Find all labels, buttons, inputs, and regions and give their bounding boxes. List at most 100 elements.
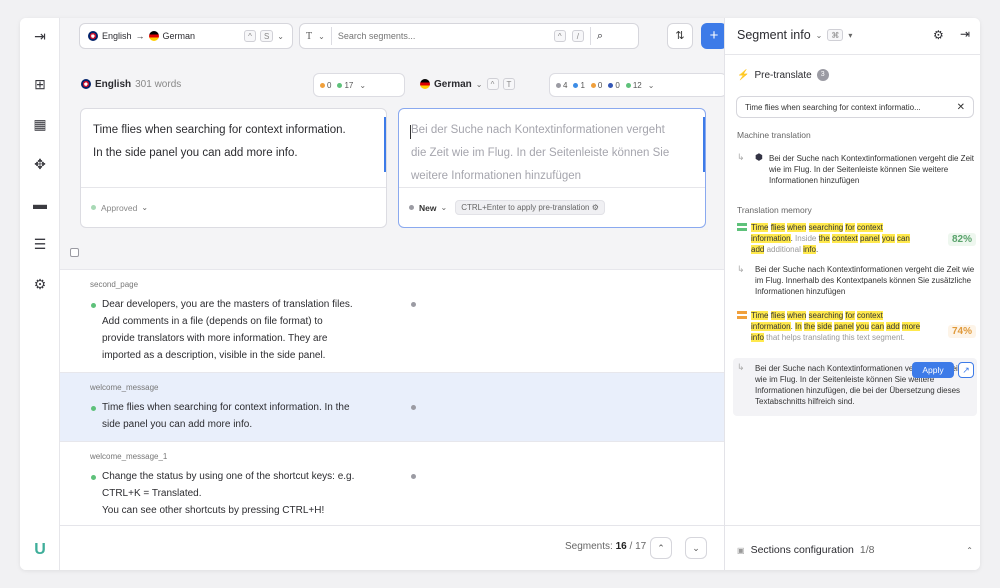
tm1-match-percent: 82% bbox=[948, 233, 977, 246]
prev-segment-button[interactable]: ⌃ bbox=[650, 537, 672, 559]
shortcut-key: S bbox=[259, 30, 274, 42]
source-lang-label: English bbox=[102, 31, 132, 41]
status-count: 17 bbox=[337, 81, 353, 90]
editor-icon[interactable]: ▦ bbox=[30, 114, 50, 134]
segment-row-active[interactable]: welcome_message Time flies when searchin… bbox=[60, 372, 724, 441]
target-status-counts[interactable]: 4 1 0 0 12 ⌄ bbox=[549, 73, 727, 97]
segment-row[interactable]: welcome_message_1 Change the status by u… bbox=[60, 441, 724, 525]
sidebar-toggle-icon[interactable]: ⇥ bbox=[30, 26, 50, 46]
chevron-down-icon[interactable]: ⌄ bbox=[318, 32, 325, 41]
segment-list: second_page Dear developers, you are the… bbox=[60, 269, 724, 525]
shortcut-key: T bbox=[502, 78, 516, 90]
storage-icon[interactable]: ☰ bbox=[30, 234, 50, 254]
toolbar: English → German ^ S ⌄ T ⌄ ^ / ⌕ ⇅ + bbox=[60, 18, 727, 54]
target-status-dot bbox=[411, 302, 416, 307]
status-count: 0 bbox=[320, 81, 331, 90]
apply-button[interactable]: Apply bbox=[912, 362, 954, 378]
segments-footer: Segments: 16 / 17 ⌃ ⌄ bbox=[60, 525, 724, 570]
gear-icon: ⚙ bbox=[591, 203, 599, 212]
language-selector[interactable]: English → German ^ S ⌄ bbox=[79, 23, 293, 49]
sort-icon[interactable]: ⇅ bbox=[667, 23, 693, 49]
reply-arrow-icon: ↳ bbox=[737, 264, 745, 274]
target-status-dot bbox=[411, 405, 416, 410]
pretranslate-query-chip[interactable]: Time flies when searching for context in… bbox=[736, 96, 974, 118]
flag-german-icon bbox=[148, 31, 159, 41]
sections-configuration[interactable]: ▣ Sections configuration 1/8 ⌃ bbox=[737, 544, 973, 556]
status-dot bbox=[91, 406, 96, 411]
panel-title: Segment info bbox=[737, 28, 811, 42]
left-rail: ⇥ ⊞ ▦ ✥ ▬ ☰ ⚙ U bbox=[20, 18, 60, 570]
select-all-checkbox[interactable] bbox=[70, 248, 79, 257]
source-lang-header: English 301 words bbox=[81, 74, 181, 94]
tm2-source: Time flies when searching for context in… bbox=[751, 311, 921, 342]
segment-row[interactable]: second_page Dear developers, you are the… bbox=[60, 269, 724, 372]
flag-english-icon bbox=[81, 79, 91, 89]
segment-key: second_page bbox=[90, 280, 139, 289]
gear-icon[interactable]: ⚙ bbox=[30, 274, 50, 294]
segment-source: Change the status by using one of the sh… bbox=[102, 471, 355, 516]
status-label[interactable]: New bbox=[419, 203, 436, 213]
app-window: ⇥ ⊞ ▦ ✥ ▬ ☰ ⚙ U English → German ^ S ⌄ T… bbox=[20, 18, 980, 570]
gear-icon[interactable]: ⚙ bbox=[933, 28, 944, 42]
sections-icon: ▣ bbox=[737, 545, 745, 555]
status-count: 1 bbox=[573, 81, 585, 90]
flag-german-icon bbox=[420, 79, 430, 89]
pretranslate-hint: CTRL+Enter to apply pre-translation ⚙ bbox=[455, 200, 605, 215]
source-status-counts[interactable]: 0 17 ⌄ bbox=[313, 73, 405, 97]
status-label: Approved bbox=[101, 202, 138, 213]
collapse-panel-icon[interactable]: ⇥ bbox=[960, 27, 970, 41]
status-count: 12 bbox=[625, 81, 642, 90]
status-count: 0 bbox=[590, 81, 602, 90]
reply-arrow-icon: ↳ bbox=[737, 152, 745, 162]
shortcut-key: ^ bbox=[243, 30, 256, 42]
target-lang-name: German bbox=[434, 78, 472, 90]
mt-heading: Machine translation bbox=[737, 130, 811, 140]
target-editor-input[interactable]: Bei der Suche nach Kontextinformationen … bbox=[411, 119, 681, 188]
source-text: Time flies when searching for context in… bbox=[93, 124, 346, 159]
tm-match-icon bbox=[737, 311, 747, 319]
status-count: 0 bbox=[608, 81, 620, 90]
reply-arrow-icon: ↳ bbox=[737, 362, 745, 372]
tm1-target[interactable]: Bei der Suche nach Kontextinformationen … bbox=[755, 264, 975, 297]
panel-header: Segment info ⌄ ⌘ ▾ bbox=[737, 28, 852, 42]
shortcut-key: ^ bbox=[553, 30, 566, 42]
search-input[interactable] bbox=[337, 31, 548, 41]
tm2-match-percent: 74% bbox=[948, 325, 977, 338]
segment-key: welcome_message bbox=[90, 383, 159, 392]
search-bar: T ⌄ ^ / ⌕ bbox=[299, 23, 639, 49]
chevron-down-icon: ⌄ bbox=[141, 203, 149, 212]
source-status-dropdown[interactable]: Approved ⌄ bbox=[81, 187, 386, 227]
target-lang-label: German bbox=[162, 31, 196, 41]
tm-heading: Translation memory bbox=[737, 205, 812, 215]
chevron-down-icon[interactable]: ⌄ bbox=[440, 203, 447, 212]
chevron-down-icon[interactable]: ⌄ bbox=[816, 31, 823, 40]
mt-suggestion[interactable]: Bei der Suche nach Kontextinformationen … bbox=[769, 153, 975, 186]
source-editor-card: Time flies when searching for context in… bbox=[80, 108, 387, 228]
next-segment-button[interactable]: ⌄ bbox=[685, 537, 707, 559]
chevron-down-icon: ⌄ bbox=[475, 79, 483, 89]
segment-source: Time flies when searching for context in… bbox=[102, 402, 350, 430]
logo[interactable]: U bbox=[30, 540, 50, 560]
status-dot bbox=[91, 303, 96, 308]
grid-icon[interactable]: ⊞ bbox=[30, 74, 50, 94]
shortcut-key: / bbox=[571, 30, 584, 42]
target-editor-card[interactable]: Bei der Suche nach Kontextinformationen … bbox=[398, 108, 706, 228]
close-icon[interactable]: ✕ bbox=[957, 102, 965, 113]
chevron-up-icon[interactable]: ⌃ bbox=[966, 546, 973, 555]
pretranslate-count-badge: 3 bbox=[816, 69, 829, 81]
segment-counter: Segments: 16 / 17 bbox=[565, 541, 647, 552]
pretranslate-header[interactable]: ⚡ Pre-translate 3 bbox=[737, 69, 829, 81]
search-icon[interactable]: ⌕ bbox=[597, 30, 603, 43]
target-lang-header[interactable]: German ⌄ ^ T bbox=[420, 74, 516, 94]
source-lang-name: English bbox=[95, 78, 132, 90]
bolt-icon: ⚡ bbox=[737, 69, 750, 81]
open-external-icon[interactable]: ↗ bbox=[958, 362, 974, 378]
text-filter-icon[interactable]: T bbox=[306, 31, 312, 42]
segment-info-panel: Segment info ⌄ ⌘ ▾ ⚙ ⇥ ⚡ Pre-translate 3… bbox=[724, 18, 980, 570]
nodes-icon[interactable]: ✥ bbox=[30, 154, 50, 174]
segment-key: welcome_message_1 bbox=[90, 452, 168, 461]
mt-engine-icon: ⬢ bbox=[755, 152, 763, 162]
comment-icon[interactable]: ▬ bbox=[30, 194, 50, 214]
status-dot bbox=[91, 475, 96, 480]
sections-count: 1/8 bbox=[859, 544, 875, 556]
